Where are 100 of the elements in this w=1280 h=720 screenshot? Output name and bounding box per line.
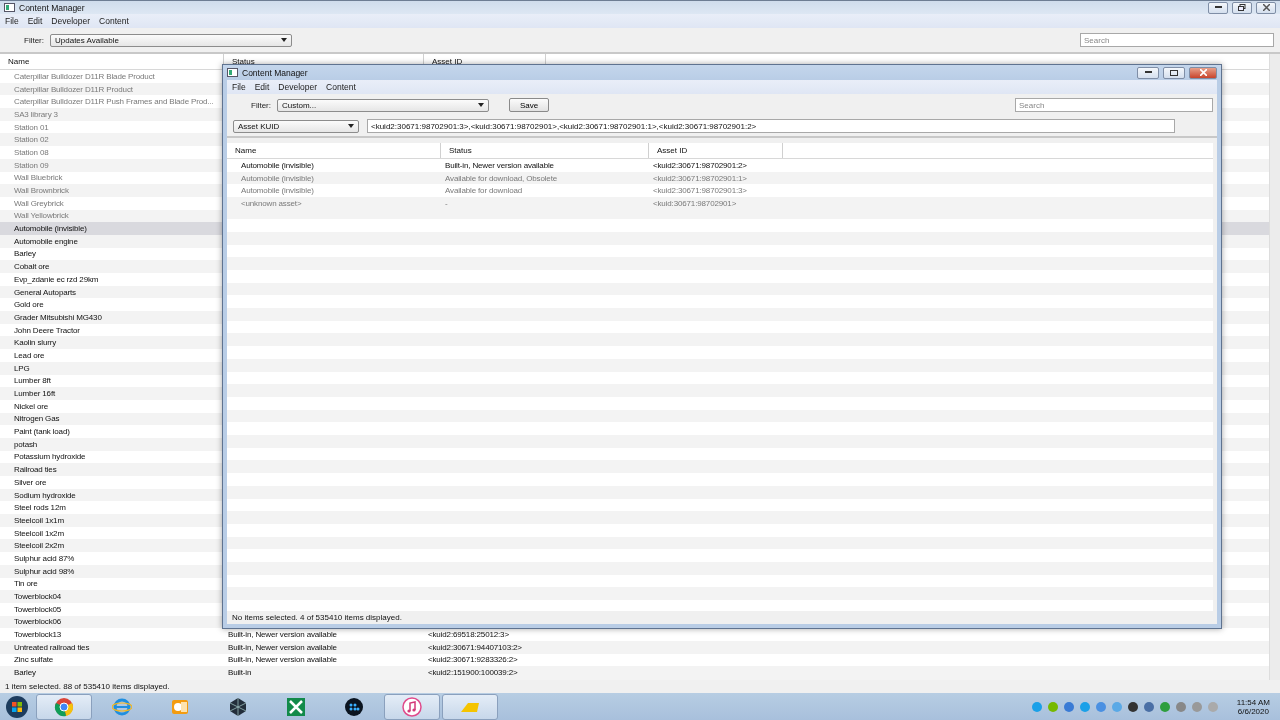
app-icon <box>4 3 15 12</box>
search-field[interactable]: Search <box>1080 33 1274 47</box>
table-cell-text: Towerblock06 <box>13 616 63 629</box>
table-cell-text: Automobile (invisible) <box>240 159 315 172</box>
dots-icon <box>344 696 364 717</box>
menu-item[interactable]: Content <box>99 16 129 26</box>
column-header[interactable]: Name <box>227 143 441 158</box>
table-cell-text: LPG <box>13 362 31 375</box>
filter-dropdown[interactable]: Updates Available <box>50 33 292 47</box>
table-cell-text: <kuid2:30671:98702901:1> <box>652 172 748 185</box>
table-cell-text: Steel rods 12m <box>13 502 67 515</box>
music-note-icon <box>402 696 422 717</box>
minimize-button[interactable] <box>1137 66 1159 79</box>
filter-label: Filter: <box>251 100 271 110</box>
table-cell-text: Nitrogen Gas <box>13 413 61 426</box>
field-dropdown[interactable]: Asset KUID <box>233 119 359 133</box>
table-cell-text: Wall Brownbrick <box>13 185 70 197</box>
table-cell-text: Lead ore <box>13 349 46 362</box>
table-cell-text: Cobalt ore <box>13 261 51 273</box>
table-cell-text: <kuid2:151900:100039:2> <box>427 667 519 679</box>
column-header[interactable]: Asset ID <box>649 143 783 158</box>
table-cell-text: Steelcoil 1x2m <box>13 527 65 540</box>
query-field[interactable]: <kuid2:30671:98702901:3>,<kuid:30671:98702901>,<kuid2:30671:98702901:1>,<kuid2:30671:98702901:2> <box>367 119 1175 133</box>
scrollbar[interactable] <box>1269 54 1280 680</box>
table-cell-text: Available for download, Obsolete <box>444 172 559 185</box>
table-cell-text: Caterpillar Bulldozer D11R Push Frames and Blade Prod... <box>13 96 215 109</box>
close-icon <box>1262 4 1270 11</box>
save-button[interactable]: Save <box>509 98 549 112</box>
close-button[interactable] <box>1256 1 1276 14</box>
menu-item[interactable]: Developer <box>278 82 318 92</box>
table-cell-text: Wall Yellowbrick <box>13 210 70 223</box>
table-cell-text: Caterpillar Bulldozer D11R Blade Product <box>13 70 156 83</box>
table-cell-text: Evp_zdanie ec rzd 29km <box>13 273 100 286</box>
table-cell-text: Available for download <box>444 185 524 198</box>
close-button[interactable] <box>1189 66 1217 79</box>
filter-label: Filter: <box>24 35 44 45</box>
table-cell-text: Station 01 <box>13 121 50 134</box>
table-cell-text: Grader Mitsubishi MG430 <box>13 311 103 324</box>
window-title: Content Manager <box>19 2 85 13</box>
table-cell-text: <unknown asset> <box>240 197 303 210</box>
table-cell-text: SA3 library 3 <box>13 108 59 121</box>
menu-item[interactable]: Content <box>326 82 356 92</box>
maximize-icon <box>1170 69 1178 76</box>
table-cell-text: Automobile (invisible) <box>240 172 315 185</box>
table-cell-text: Barley <box>13 248 37 261</box>
minimize-icon <box>1214 6 1222 9</box>
table-cell-text: Towerblock04 <box>13 591 63 603</box>
clock-time: 11:54 AM <box>1236 697 1270 707</box>
table-cell-text: Sodium hydroxide <box>13 489 77 502</box>
table-cell-text: Wall Bluebrick <box>13 172 64 185</box>
table-cell-text: Wall Greybrick <box>13 197 65 210</box>
table-cell-text: Paint (tank load) <box>13 426 71 438</box>
e-icon <box>112 696 132 717</box>
table-cell-text: Barley <box>13 667 37 679</box>
table-cell-text: potash <box>13 438 39 451</box>
table-cell-text: Sulphur acid 87% <box>13 552 76 565</box>
table-cell-text: Automobile (invisible) <box>13 223 88 235</box>
menu-item[interactable]: Edit <box>27 16 43 26</box>
table-cell-text: Automobile engine <box>13 235 79 248</box>
table-cell-text: Steelcoil 1x1m <box>13 514 65 527</box>
table-cell-text: - <box>444 197 449 210</box>
table-cell-text: Zinc sulfate <box>13 654 55 667</box>
table-cell-text: Railroad ties <box>13 464 58 476</box>
restore-icon <box>1238 4 1246 11</box>
polyhedron-icon <box>228 696 248 717</box>
table-cell-text: Lumber 16ft <box>13 388 57 400</box>
minimize-button[interactable] <box>1208 1 1228 14</box>
table-cell-text: Lumber 8ft <box>13 375 52 388</box>
table-cell-text: Station 02 <box>13 134 50 147</box>
table-cell-text: General Autoparts <box>13 286 77 299</box>
table-cell-text: Tin ore <box>13 578 39 591</box>
restore-button[interactable] <box>1232 1 1252 14</box>
clock-date: 6/6/2020 <box>1237 706 1269 716</box>
table-cell-text: Gold ore <box>13 299 45 312</box>
column-header[interactable]: Status <box>441 143 649 158</box>
table-cell-text: Caterpillar Bulldozer D11R Product <box>13 83 134 96</box>
table-cell-text: Nickel ore <box>13 400 50 413</box>
table-cell-text: Towerblock13 <box>13 629 63 641</box>
table-cell-text: <kuid2:69518:25012:3> <box>427 629 510 641</box>
table-cell-text: Sulphur acid 98% <box>13 565 76 578</box>
tray-icon[interactable] <box>1126 700 1139 713</box>
search-field[interactable]: Search <box>1015 98 1213 112</box>
menu-item[interactable]: Developer <box>51 16 91 26</box>
menu-item[interactable]: Edit <box>254 82 270 92</box>
table-cell-text: Towerblock05 <box>13 603 63 616</box>
app-icon <box>227 68 238 77</box>
caret-icon <box>281 38 287 42</box>
table-cell-text: Steelcoil 2x2m <box>13 540 65 553</box>
menu-item[interactable]: File <box>5 16 19 26</box>
maximize-button[interactable] <box>1163 66 1185 79</box>
window-title: Content Manager <box>242 67 308 78</box>
table-cell-text: Kaolin slurry <box>13 337 58 350</box>
table-cell-text: Automobile (invisible) <box>240 185 315 198</box>
menu-item[interactable]: File <box>232 82 246 92</box>
filter-dropdown[interactable]: Custom... <box>277 98 489 112</box>
table-cell-text: Built-in, Newer version available <box>227 629 338 641</box>
table-cell-text: Potassium hydroxide <box>13 451 87 464</box>
table-cell-text: Built-in, Newer version available <box>227 654 338 667</box>
table-cell-text: Silver ore <box>13 476 48 489</box>
table-cell-text: <kuid:30671:98702901> <box>652 197 738 210</box>
